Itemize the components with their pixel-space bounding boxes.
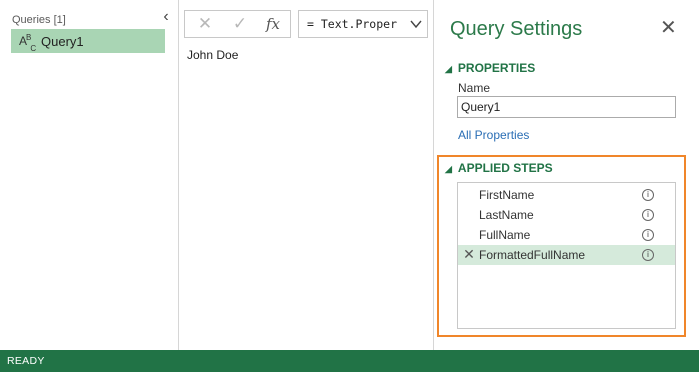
collapse-triangle-icon: ◢	[445, 64, 452, 74]
queries-pane: Queries [1] ‹ ABC Query1	[0, 0, 179, 350]
applied-steps-section-header[interactable]: ◢ APPLIED STEPS	[445, 161, 553, 175]
settings-title: Query Settings	[450, 18, 583, 40]
formula-input[interactable]: = Text.Proper	[298, 10, 428, 38]
collapse-triangle-icon: ◢	[445, 164, 452, 174]
info-icon[interactable]: i	[642, 229, 654, 241]
queries-header: Queries [1]	[12, 14, 66, 26]
text-type-icon: ABC	[19, 33, 36, 54]
step-label: FormattedFullName	[479, 248, 586, 262]
applied-step[interactable]: FullName i	[458, 225, 675, 245]
formula-bar-buttons: ✕ ✓ fx	[184, 10, 291, 38]
info-icon[interactable]: i	[642, 209, 654, 221]
query-label: Query1	[41, 34, 84, 49]
applied-step-selected[interactable]: ✕ FormattedFullName i	[458, 245, 675, 265]
cancel-icon[interactable]: ✕	[193, 15, 217, 33]
name-label: Name	[458, 81, 491, 95]
all-properties-link[interactable]: All Properties	[458, 128, 529, 142]
status-bar: READY	[0, 350, 699, 372]
close-icon[interactable]: ✕	[660, 18, 677, 38]
formula-text: = Text.Proper	[307, 17, 398, 31]
step-label: LastName	[479, 208, 534, 222]
chevron-down-icon[interactable]	[409, 17, 423, 31]
applied-steps-list: FirstName i LastName i FullName i ✕ Form…	[457, 182, 676, 329]
info-icon[interactable]: i	[642, 189, 654, 201]
collapse-pane-icon[interactable]: ‹	[159, 9, 173, 25]
info-icon[interactable]: i	[642, 249, 654, 261]
query-settings-pane: Query Settings ✕ ◢ PROPERTIES Name All Pr…	[433, 0, 699, 350]
preview-cell-value: John Doe	[187, 48, 239, 62]
delete-step-icon[interactable]: ✕	[462, 247, 476, 261]
query-list-item[interactable]: ABC Query1	[11, 29, 165, 53]
properties-section-header[interactable]: ◢ PROPERTIES	[445, 61, 535, 75]
commit-icon[interactable]: ✓	[228, 15, 252, 33]
applied-step[interactable]: LastName i	[458, 205, 675, 225]
status-text: READY	[7, 355, 45, 367]
name-input[interactable]	[457, 96, 676, 118]
applied-steps-heading: APPLIED STEPS	[457, 161, 553, 175]
step-label: FirstName	[479, 188, 535, 202]
properties-heading: PROPERTIES	[457, 61, 536, 75]
step-label: FullName	[479, 228, 531, 242]
applied-step[interactable]: FirstName i	[458, 185, 675, 205]
fx-icon[interactable]: fx	[261, 15, 285, 33]
